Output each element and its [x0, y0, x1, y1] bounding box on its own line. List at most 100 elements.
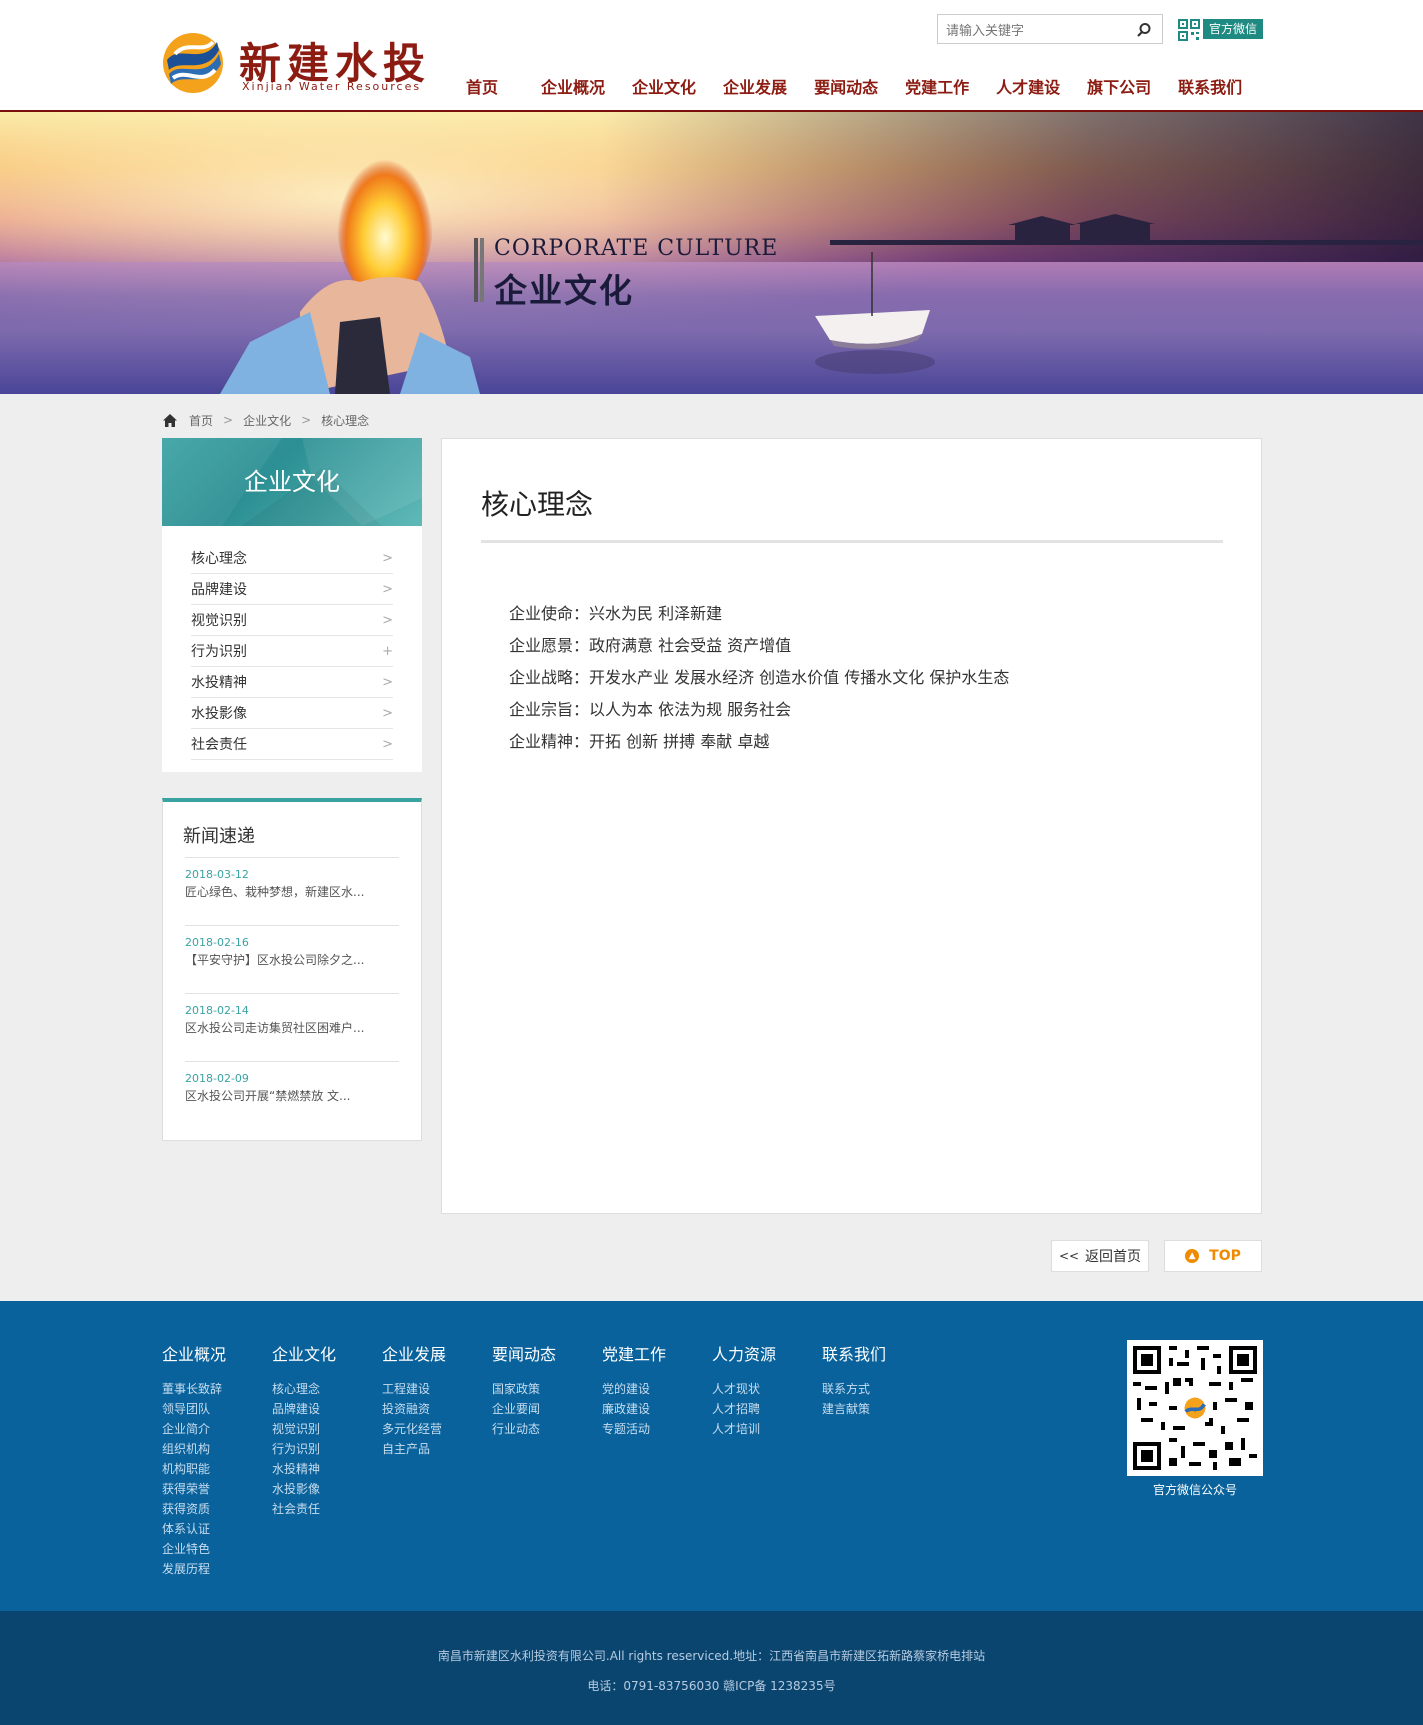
breadcrumb-home[interactable]: 首页 [189, 412, 213, 429]
footer-column-heading[interactable]: 企业概况 [162, 1341, 226, 1365]
footer-link[interactable]: 人才培训 [712, 1419, 776, 1439]
back-to-top-button[interactable]: ▲ TOP [1164, 1240, 1262, 1272]
plus-icon[interactable]: + [382, 644, 393, 659]
search-input[interactable] [946, 20, 1126, 40]
footer-link[interactable]: 视觉识别 [272, 1419, 336, 1439]
footer-link[interactable]: 党的建设 [602, 1379, 666, 1399]
footer-link[interactable]: 企业特色 [162, 1539, 226, 1559]
footer-column-heading[interactable]: 要闻动态 [492, 1341, 556, 1365]
chevron-right-icon: > [382, 736, 393, 752]
sidebar-item-behavior-identity[interactable]: 行为识别 + [191, 636, 393, 667]
footer-link[interactable]: 体系认证 [162, 1519, 226, 1539]
footer-column-heading[interactable]: 人力资源 [712, 1341, 776, 1365]
footer-link[interactable]: 发展历程 [162, 1559, 226, 1579]
news-headline[interactable]: 匠心绿色、栽种梦想，新建区水... [185, 883, 364, 900]
content-paragraph: 企业宗旨：以人为本 依法为规 服务社会 [509, 700, 792, 719]
footer-column-heading[interactable]: 党建工作 [602, 1341, 666, 1365]
content-paragraph: 企业使命：兴水为民 利泽新建 [509, 604, 723, 623]
footer-link[interactable]: 投资融资 [382, 1399, 446, 1419]
footer-link[interactable]: 联系方式 [822, 1379, 886, 1399]
sidebar-item-label: 视觉识别 [191, 613, 247, 629]
news-headline[interactable]: 区水投公司开展“禁燃禁放 文... [185, 1087, 350, 1104]
news-item[interactable]: 2018-02-09 区水投公司开展“禁燃禁放 文... [185, 1061, 399, 1123]
content-paragraph: 企业战略：开发水产业 发展水经济 创造水价值 传播水文化 保护水生态 [509, 668, 1010, 687]
footer-column-heading[interactable]: 联系我们 [822, 1341, 886, 1365]
qr-code-icon[interactable] [1178, 19, 1200, 41]
main-content: 核心理念 企业使命：兴水为民 利泽新建 企业愿景：政府满意 社会受益 资产增值 … [441, 438, 1262, 1214]
nav-party[interactable]: 党建工作 [905, 74, 969, 102]
nav-contact[interactable]: 联系我们 [1178, 74, 1242, 102]
sidebar-header: 企业文化 [162, 438, 422, 526]
nav-development[interactable]: 企业发展 [723, 74, 787, 102]
news-headline[interactable]: 【平安守护】区水投公司除夕之... [185, 951, 364, 968]
sidebar-item-images[interactable]: 水投影像 > [191, 698, 393, 729]
chevron-right-icon: > [382, 550, 393, 566]
footer-link[interactable]: 行业动态 [492, 1419, 556, 1439]
footer-link[interactable]: 企业简介 [162, 1419, 226, 1439]
news-item[interactable]: 2018-03-12 匠心绿色、栽种梦想，新建区水... [185, 857, 399, 919]
footer-link[interactable]: 领导团队 [162, 1399, 226, 1419]
site-logo[interactable]: 新建水投 Xinjian Water Resources [161, 28, 431, 98]
news-date: 2018-02-09 [185, 1072, 249, 1085]
sidebar-menu: 核心理念 > 品牌建设 > 视觉识别 > 行为识别 + 水投精神 > 水投影像 > 社会责任… [162, 526, 422, 772]
home-icon[interactable] [163, 413, 177, 427]
nav-culture[interactable]: 企业文化 [632, 74, 696, 102]
footer-link[interactable]: 机构职能 [162, 1459, 226, 1479]
news-headline[interactable]: 区水投公司走访集贸社区困难户... [185, 1019, 364, 1036]
footer-link[interactable]: 工程建设 [382, 1379, 446, 1399]
sidebar-item-core-values[interactable]: 核心理念 > [191, 543, 393, 574]
footer-link[interactable]: 自主产品 [382, 1439, 446, 1459]
footer-link[interactable]: 组织机构 [162, 1439, 226, 1459]
search-box [937, 14, 1163, 44]
footer-column: 企业发展 工程建设 投资融资 多元化经营 自主产品 [382, 1341, 446, 1459]
site-header: 新建水投 Xinjian Water Resources 官方微信 首页 企业概… [0, 0, 1423, 112]
footer-link[interactable]: 获得资质 [162, 1499, 226, 1519]
news-item[interactable]: 2018-02-16 【平安守护】区水投公司除夕之... [185, 925, 399, 987]
breadcrumb-separator-icon: > [301, 413, 312, 427]
arrow-up-icon: ▲ [1185, 1249, 1200, 1263]
footer-link[interactable]: 专题活动 [602, 1419, 666, 1439]
sidebar-item-responsibility[interactable]: 社会责任 > [191, 729, 393, 760]
footer-link[interactable]: 多元化经营 [382, 1419, 446, 1439]
footer-link[interactable]: 获得荣誉 [162, 1479, 226, 1499]
footer-link[interactable]: 人才招聘 [712, 1399, 776, 1419]
footer-column: 企业概况 董事长致辞 领导团队 企业简介 组织机构 机构职能 获得荣誉 获得资质… [162, 1341, 226, 1579]
footer-link[interactable]: 水投精神 [272, 1459, 336, 1479]
nav-overview[interactable]: 企业概况 [541, 74, 605, 102]
footer-link[interactable]: 社会责任 [272, 1499, 336, 1519]
news-date: 2018-02-16 [185, 936, 249, 949]
nav-talent[interactable]: 人才建设 [996, 74, 1060, 102]
footer-column-heading[interactable]: 企业文化 [272, 1341, 336, 1365]
footer-link[interactable]: 企业要闻 [492, 1399, 556, 1419]
footer-link[interactable]: 国家政策 [492, 1379, 556, 1399]
nav-subsidiaries[interactable]: 旗下公司 [1087, 74, 1151, 102]
back-home-button[interactable]: << 返回首页 [1051, 1240, 1149, 1272]
wechat-button[interactable]: 官方微信 [1203, 19, 1263, 39]
footer-link[interactable]: 建言献策 [822, 1399, 886, 1419]
footer-link[interactable]: 核心理念 [272, 1379, 336, 1399]
nav-home[interactable]: 首页 [466, 74, 498, 102]
chevron-right-icon: > [382, 674, 393, 690]
footer-link[interactable]: 廉政建设 [602, 1399, 666, 1419]
search-icon[interactable] [1136, 22, 1152, 38]
footer-column: 人力资源 人才现状 人才招聘 人才培训 [712, 1341, 776, 1439]
footer-link[interactable]: 品牌建设 [272, 1399, 336, 1419]
sidebar-item-spirit[interactable]: 水投精神 > [191, 667, 393, 698]
chevron-right-icon: > [382, 705, 393, 721]
footer-link[interactable]: 人才现状 [712, 1379, 776, 1399]
contact-text: 电话：0791-83756030 赣ICP备 1238235号 [587, 1679, 836, 1693]
nav-news[interactable]: 要闻动态 [814, 74, 878, 102]
sidebar-item-visual-identity[interactable]: 视觉识别 > [191, 605, 393, 636]
news-date: 2018-02-14 [185, 1004, 249, 1017]
sidebar-item-brand[interactable]: 品牌建设 > [191, 574, 393, 605]
footer-column: 要闻动态 国家政策 企业要闻 行业动态 [492, 1341, 556, 1439]
news-box: 新闻速递 2018-03-12 匠心绿色、栽种梦想，新建区水... 2018-0… [162, 798, 422, 1141]
site-footer: 企业概况 董事长致辞 领导团队 企业简介 组织机构 机构职能 获得荣誉 获得资质… [0, 1301, 1423, 1611]
footer-link[interactable]: 水投影像 [272, 1479, 336, 1499]
news-item[interactable]: 2018-02-14 区水投公司走访集贸社区困难户... [185, 993, 399, 1055]
footer-column-heading[interactable]: 企业发展 [382, 1341, 446, 1365]
footer-link[interactable]: 行为识别 [272, 1439, 336, 1459]
footer-link[interactable]: 董事长致辞 [162, 1379, 226, 1399]
breadcrumb-culture[interactable]: 企业文化 [243, 412, 291, 429]
page-title: 核心理念 [481, 488, 594, 521]
